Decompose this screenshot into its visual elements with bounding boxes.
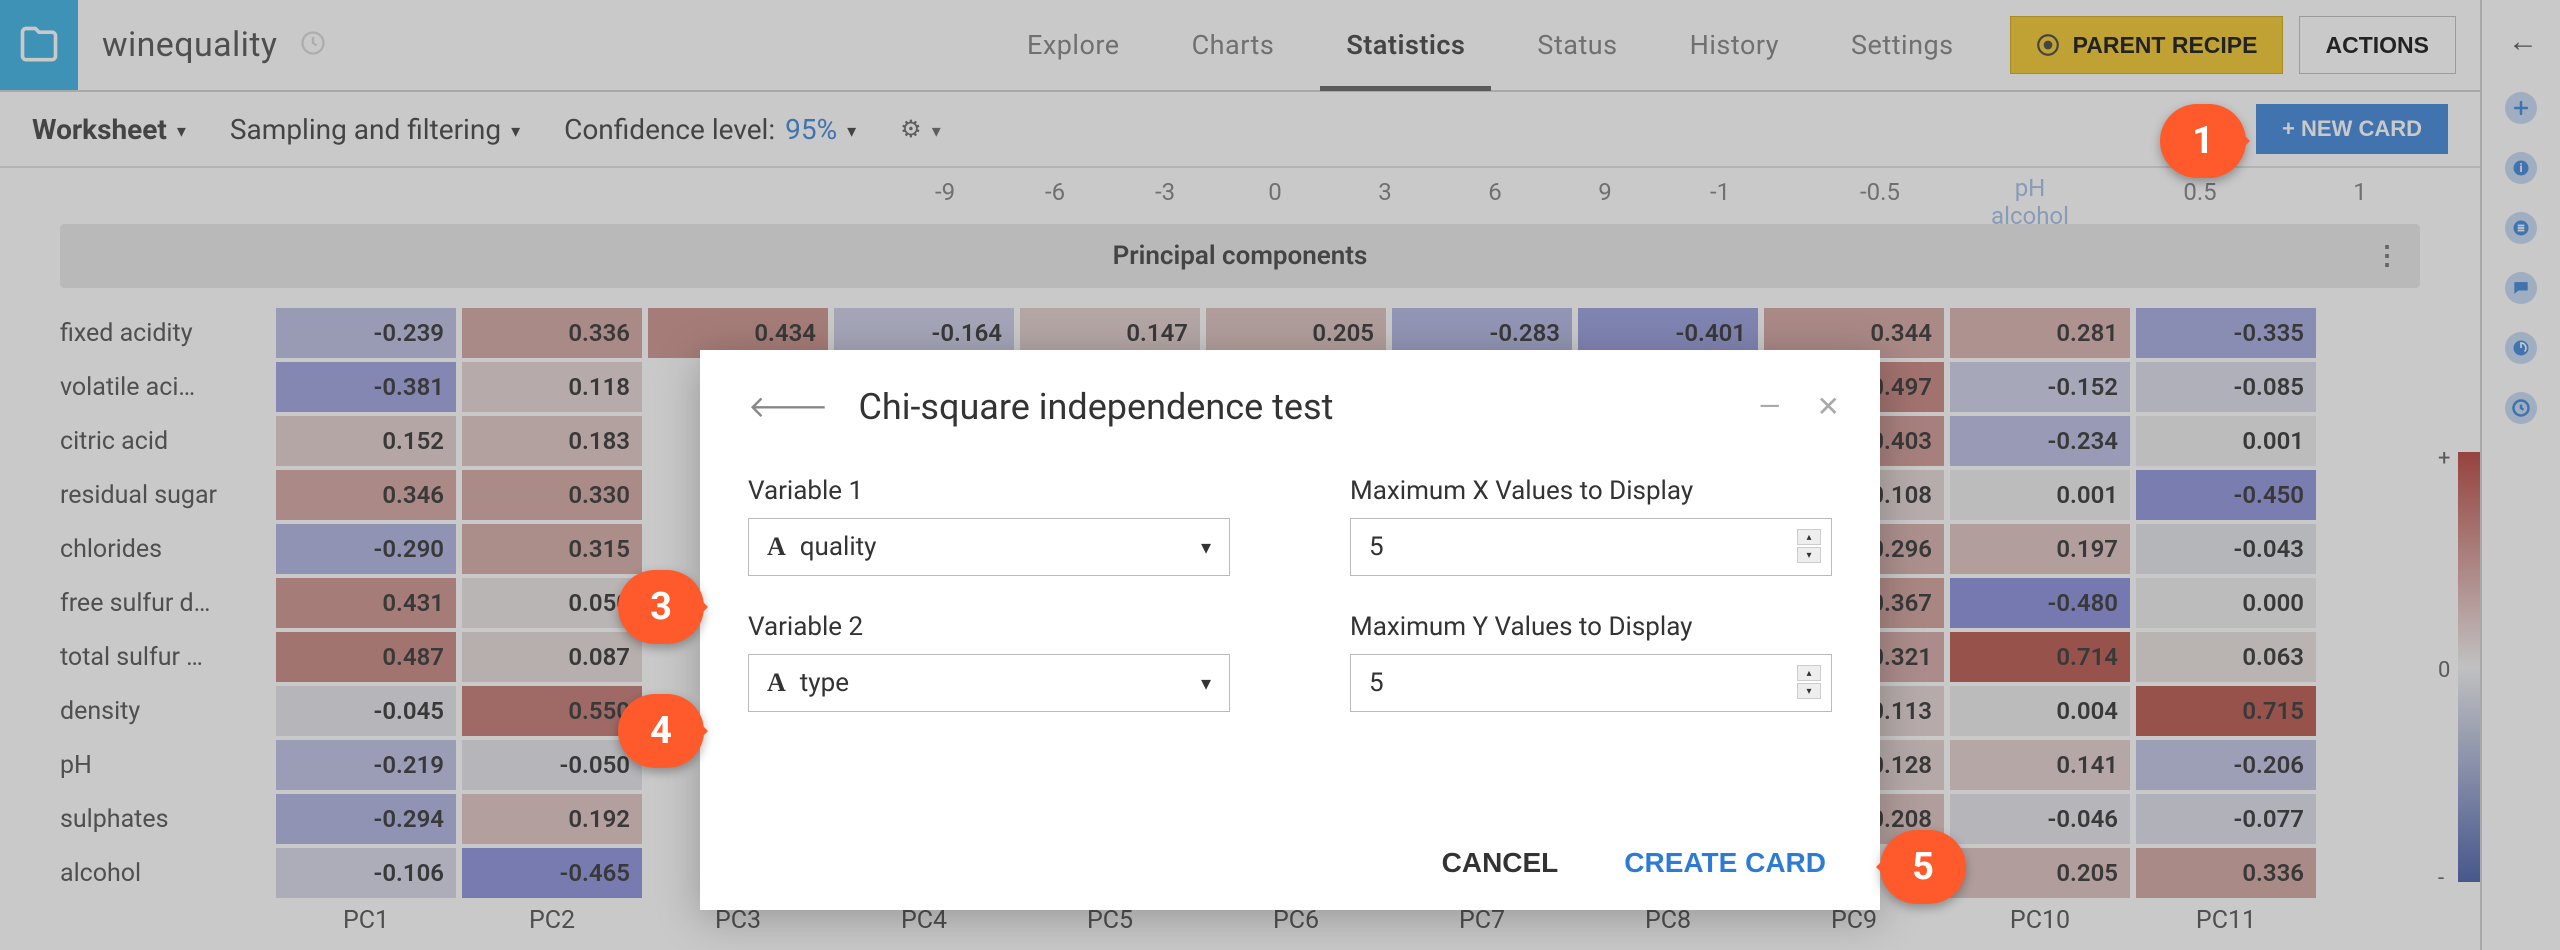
chevron-down-icon: ▾ xyxy=(1201,671,1211,695)
create-card-button[interactable]: CREATE CARD xyxy=(1618,846,1832,880)
callout-4: 4 xyxy=(618,694,704,768)
maxx-input[interactable]: 5 ▴▾ xyxy=(1350,518,1832,576)
stepper-icon[interactable]: ▴▾ xyxy=(1797,665,1821,699)
variable2-select[interactable]: A type ▾ xyxy=(748,654,1230,712)
modal-title: Chi-square independence test xyxy=(858,386,1333,428)
maxx-label: Maximum X Values to Display xyxy=(1350,476,1832,506)
chevron-down-icon: ▾ xyxy=(1201,535,1211,559)
callout-1: 1 xyxy=(2160,104,2246,178)
callout-3: 3 xyxy=(618,570,704,644)
cancel-button[interactable]: CANCEL xyxy=(1436,846,1565,880)
maxy-input[interactable]: 5 ▴▾ xyxy=(1350,654,1832,712)
modal-back-icon[interactable]: 🡐 xyxy=(748,389,828,425)
callout-5: 5 xyxy=(1880,830,1966,904)
text-type-icon: A xyxy=(767,532,786,562)
modal: 🡐 Chi-square independence test — ✕ Varia… xyxy=(700,350,1880,910)
close-icon[interactable]: ✕ xyxy=(1817,390,1840,423)
variable2-label: Variable 2 xyxy=(748,612,1230,642)
text-type-icon: A xyxy=(767,668,786,698)
stepper-icon[interactable]: ▴▾ xyxy=(1797,529,1821,563)
variable1-select[interactable]: A quality ▾ xyxy=(748,518,1230,576)
minimize-icon[interactable]: — xyxy=(1759,390,1781,423)
maxy-label: Maximum Y Values to Display xyxy=(1350,612,1832,642)
variable1-label: Variable 1 xyxy=(748,476,1230,506)
